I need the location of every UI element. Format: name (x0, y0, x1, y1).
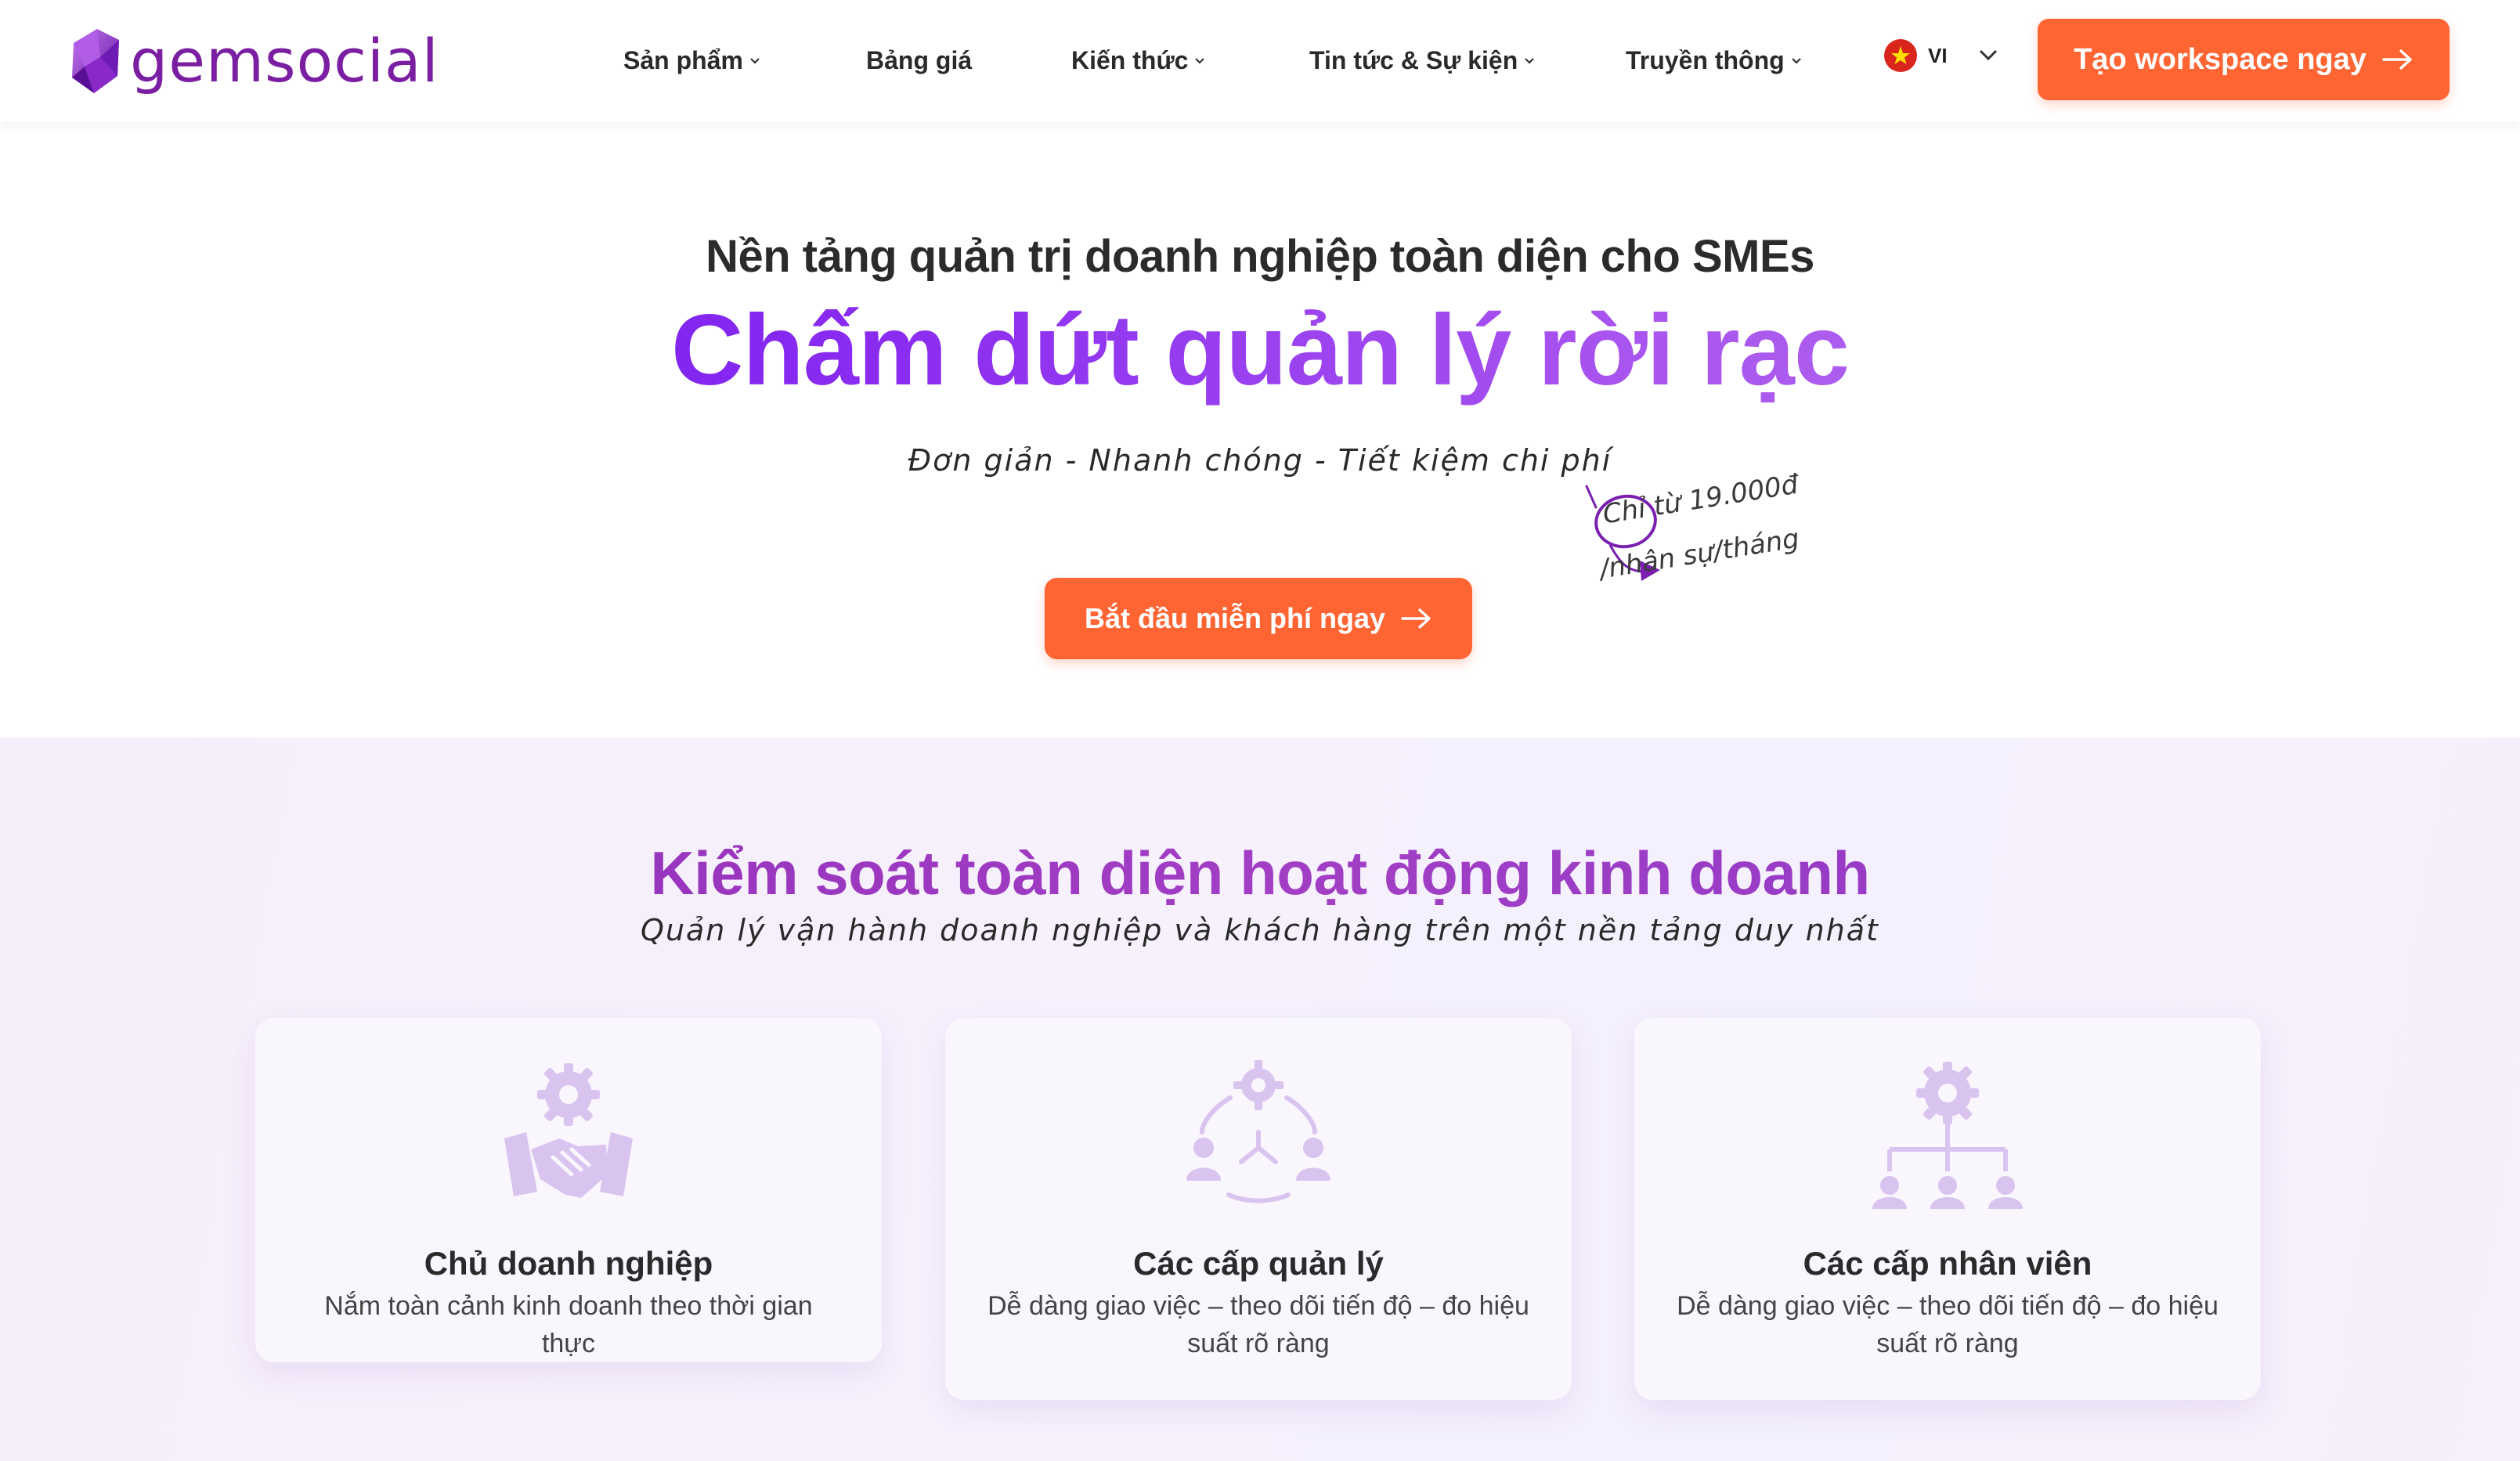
chevron-down-icon (1195, 58, 1205, 64)
card-title: Các cấp nhân viên (1803, 1245, 2092, 1282)
card-title: Chủ doanh nghiệp (424, 1245, 713, 1282)
language-code: VI (1928, 43, 1948, 67)
org-chart-icon (1872, 1062, 2023, 1209)
nav-item-tin-tuc-su-kien[interactable]: Tin tức & Sự kiện (1309, 41, 1536, 80)
hero-subtitle: Nền tảng quản trị doanh nghiệp toàn diện… (706, 231, 1814, 282)
feature-card-owner: Chủ doanh nghiệp Nắm toàn cảnh kinh doan… (255, 1018, 882, 1362)
nav-item-label: Sản phẩm (623, 45, 743, 74)
nav-item-label: Kiến thức (1071, 45, 1189, 74)
arrow-right-icon (1401, 608, 1431, 629)
card-title: Các cấp quản lý (1133, 1245, 1384, 1282)
create-workspace-button[interactable]: Tạo workspace ngay (2038, 19, 2450, 100)
chevron-down-icon (750, 58, 760, 64)
gem-icon (72, 29, 119, 93)
chevron-down-icon (1525, 58, 1535, 64)
brand-name: gemsocial (130, 26, 439, 96)
start-free-button[interactable]: Bắt đầu miễn phí ngay (1045, 578, 1472, 659)
card-description: Nắm toàn cảnh kinh doanh theo thời gian … (324, 1291, 813, 1358)
nav-item-san-pham[interactable]: Sản phẩm (623, 41, 762, 80)
language-selector[interactable]: VI (1884, 36, 1948, 75)
feature-card-employees: Các cấp nhân viên Dễ dàng giao việc – th… (1634, 1018, 2261, 1400)
card-description: Dễ dàng giao việc – theo dõi tiến độ – đ… (1677, 1291, 2219, 1358)
chevron-down-icon (1791, 58, 1801, 64)
price-note: Chỉ từ 19.000đ /nhân sự/tháng (1580, 469, 1831, 601)
nav-item-label: Truyền thông (1626, 45, 1785, 74)
create-workspace-label: Tạo workspace ngay (2074, 42, 2367, 76)
handshake-gear-icon (504, 1063, 633, 1198)
management-cycle-icon (1186, 1060, 1330, 1203)
hero-tagline: Đơn giản - Nhanh chóng - Tiết kiệm chi p… (908, 443, 1612, 478)
vietnam-flag-icon (1884, 39, 1917, 72)
brand-logo[interactable]: gemsocial (66, 23, 439, 99)
section-title: Kiểm soát toàn diện hoạt động kinh doanh (0, 838, 2520, 909)
nav-item-bang-gia[interactable]: Bảng giá (866, 41, 972, 80)
start-free-label: Bắt đầu miễn phí ngay (1084, 602, 1386, 634)
card-description: Dễ dàng giao việc – theo dõi tiến độ – đ… (987, 1291, 1529, 1358)
nav-item-truyen-thong[interactable]: Truyền thông (1626, 41, 1803, 80)
chevron-down-icon[interactable] (1977, 45, 2000, 64)
nav-item-label: Bảng giá (866, 45, 973, 74)
feature-card-managers: Các cấp quản lý Dễ dàng giao việc – theo… (945, 1018, 1572, 1400)
arrow-right-icon (2382, 49, 2412, 70)
nav-item-kien-thuc[interactable]: Kiến thức (1071, 41, 1207, 80)
section-subtitle: Quản lý vận hành doanh nghiệp và khách h… (641, 913, 1879, 947)
site-header: gemsocial Sản phẩm Bảng giá Kiến thức Ti… (0, 0, 2520, 122)
nav-item-label: Tin tức & Sự kiện (1309, 45, 1518, 74)
hero-title: Chấm dứt quản lý rời rạc (0, 293, 2520, 409)
